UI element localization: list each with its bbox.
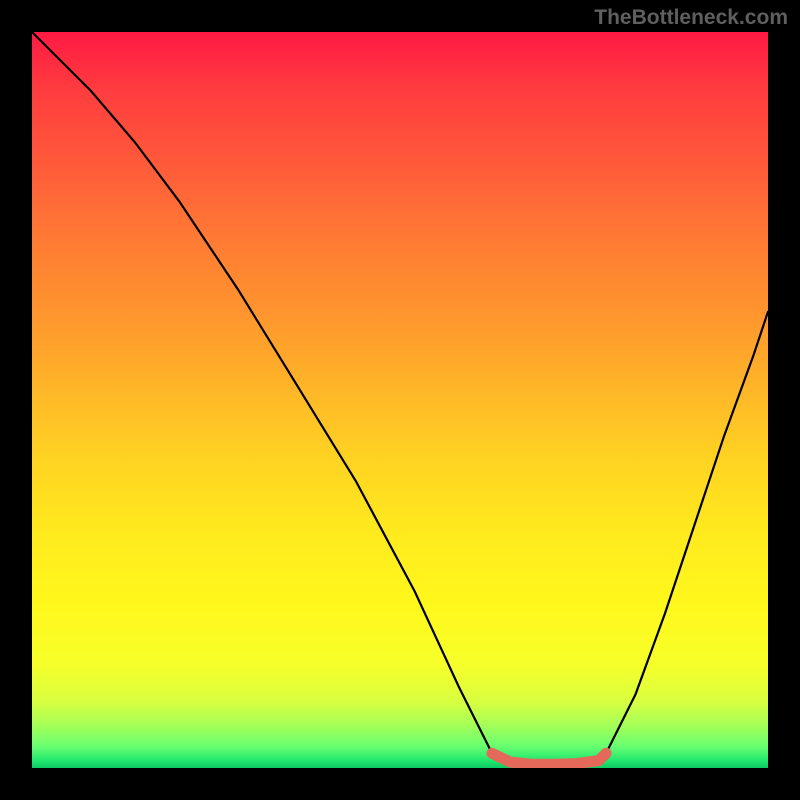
- right-curve: [606, 312, 768, 754]
- chart-plot-area: [32, 32, 768, 768]
- watermark: TheBottleneck.com: [594, 6, 788, 30]
- left-curve: [32, 32, 492, 753]
- curve-overlay: [32, 32, 768, 768]
- trough-highlight: [492, 753, 606, 764]
